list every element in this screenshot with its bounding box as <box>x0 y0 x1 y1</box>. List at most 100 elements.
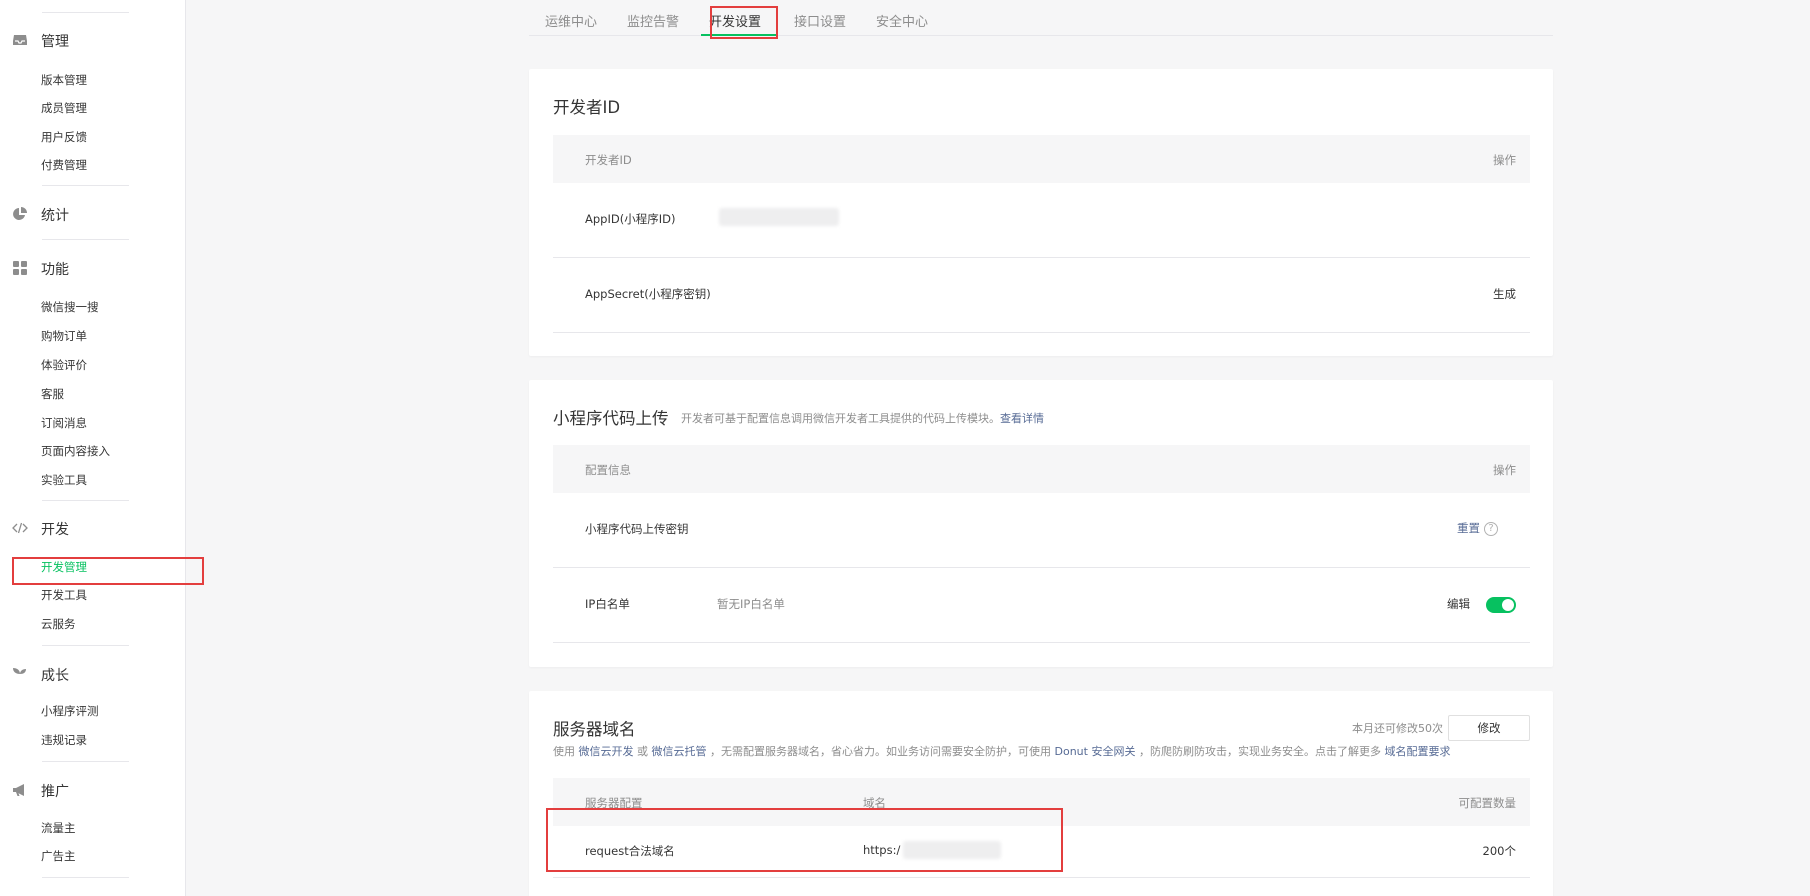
sidebar-item-cloud[interactable]: 云服务 <box>41 616 76 632</box>
megaphone-icon <box>13 784 24 796</box>
sidebar-item-dev-management[interactable]: 开发管理 <box>41 559 87 575</box>
ip-whitelist-toggle[interactable] <box>1486 597 1516 613</box>
sidebar-item-version[interactable]: 版本管理 <box>41 72 87 88</box>
card-title: 小程序代码上传 <box>553 409 669 428</box>
sidebar-item-service[interactable]: 客服 <box>41 386 64 402</box>
modify-button[interactable]: 修改 <box>1448 715 1530 741</box>
sidebar-item-experiments[interactable]: 实验工具 <box>41 472 87 488</box>
sidebar-group-title: 开发 <box>41 522 69 538</box>
sidebar-divider <box>42 239 129 240</box>
view-details-link[interactable]: 查看详情 <box>1000 412 1044 425</box>
card-description: 使用 微信云开发 或 微信云托管 ，无需配置服务器域名，省心省力。如业务访问需要… <box>553 743 1450 759</box>
table-row: request合法域名 https:/ 200个 <box>553 826 1530 878</box>
ip-whitelist-value: 暂无IP白名单 <box>717 597 785 611</box>
sidebar-divider <box>42 761 129 762</box>
table-row: AppID(小程序ID) <box>553 183 1530 258</box>
sidebar-divider <box>42 500 129 501</box>
code-icon <box>12 522 28 534</box>
reset-link[interactable]: 重置 <box>1457 521 1480 535</box>
column-header: 开发者ID <box>585 153 632 167</box>
description-text: 使用 <box>553 745 575 758</box>
sidebar-group-manage[interactable]: 管理 <box>0 28 186 52</box>
main-content: 运维中心 监控告警 开发设置 接口设置 安全中心 开发者ID 开发者ID 操作 … <box>186 0 1810 896</box>
tab-monitor[interactable]: 监控告警 <box>627 11 679 30</box>
sidebar-divider <box>42 12 129 13</box>
sidebar-item-orders[interactable]: 购物订单 <box>41 328 87 344</box>
tab-dev-settings[interactable]: 开发设置 <box>709 11 761 30</box>
column-header: 服务器配置 <box>585 796 643 810</box>
server-config-label: request合法域名 <box>585 844 675 858</box>
table-row: AppSecret(小程序密钥) 生成 <box>553 258 1530 333</box>
inbox-icon <box>13 35 27 45</box>
sidebar-group-growth[interactable]: 成长 <box>0 662 186 686</box>
table-header: 开发者ID 操作 <box>553 135 1530 183</box>
row-label: AppID(小程序ID) <box>585 212 676 226</box>
table-row: IP白名单 暂无IP白名单 编辑 <box>553 568 1530 643</box>
server-domain-card: 服务器域名 本月还可修改50次 修改 使用 微信云开发 或 微信云托管 ，无需配… <box>529 691 1553 896</box>
sidebar-item-feedback[interactable]: 用户反馈 <box>41 129 87 145</box>
table-row: 小程序代码上传密钥 重置? <box>553 493 1530 568</box>
wechat-cloud-dev-link[interactable]: 微信云开发 <box>579 745 634 758</box>
sidebar-item-content[interactable]: 页面内容接入 <box>41 443 110 459</box>
card-title: 开发者ID <box>553 98 621 117</box>
card-description: 开发者可基于配置信息调用微信开发者工具提供的代码上传模块。查看详情 <box>681 410 1044 426</box>
sidebar-item-payment[interactable]: 付费管理 <box>41 157 87 173</box>
sidebar-group-dev[interactable]: 开发 <box>0 516 186 540</box>
table-header: 配置信息 操作 <box>553 445 1530 493</box>
help-icon[interactable]: ? <box>1484 521 1498 536</box>
tab-security[interactable]: 安全中心 <box>876 11 928 30</box>
sidebar-item-advertiser[interactable]: 广告主 <box>41 848 76 864</box>
sidebar-item-reviews[interactable]: 体验评价 <box>41 357 87 373</box>
sidebar-divider <box>42 645 129 646</box>
table-header: 服务器配置 域名 可配置数量 <box>553 778 1530 826</box>
row-label: 小程序代码上传密钥 <box>585 522 689 536</box>
sidebar-group-features[interactable]: 功能 <box>0 256 186 280</box>
description-text: ，防爬防刷防攻击，实现业务安全。点击了解更多 <box>1138 745 1381 758</box>
column-header: 操作 <box>1493 463 1516 477</box>
description-text: 开发者可基于配置信息调用微信开发者工具提供的代码上传模块。 <box>681 412 1000 425</box>
code-upload-card: 小程序代码上传 开发者可基于配置信息调用微信开发者工具提供的代码上传模块。查看详… <box>529 380 1553 667</box>
domain-requirements-link[interactable]: 域名配置要求 <box>1384 745 1450 758</box>
tab-api-settings[interactable]: 接口设置 <box>794 11 846 30</box>
sidebar-group-title: 功能 <box>41 262 69 278</box>
sidebar-item-evaluation[interactable]: 小程序评测 <box>41 703 99 719</box>
sprout-icon <box>13 668 26 680</box>
redacted-value <box>719 208 839 226</box>
tab-active-indicator <box>701 34 777 36</box>
sidebar-divider <box>42 185 129 186</box>
sidebar-group-promotion[interactable]: 推广 <box>0 778 186 802</box>
sidebar-group-stats[interactable]: 统计 <box>0 202 186 226</box>
sidebar-item-dev-tools[interactable]: 开发工具 <box>41 587 87 603</box>
pie-chart-icon <box>13 207 27 220</box>
redacted-domain <box>903 841 1001 859</box>
sidebar-item-search[interactable]: 微信搜一搜 <box>41 299 99 315</box>
column-header: 可配置数量 <box>1458 796 1517 810</box>
edit-link[interactable]: 编辑 <box>1447 596 1470 612</box>
donut-gateway-link[interactable]: Donut 安全网关 <box>1055 745 1136 758</box>
tab-ops[interactable]: 运维中心 <box>545 11 597 30</box>
column-header: 域名 <box>863 796 886 810</box>
sidebar-item-violations[interactable]: 违规记录 <box>41 732 87 748</box>
card-title: 服务器域名 <box>553 720 636 739</box>
column-header: 操作 <box>1493 153 1516 167</box>
sidebar-group-title: 推广 <box>41 784 69 800</box>
sidebar-group-title: 管理 <box>41 34 69 50</box>
description-text: 或 <box>637 745 648 758</box>
description-text: ，无需配置服务器域名，省心省力。如业务访问需要安全防护，可使用 <box>710 745 1051 758</box>
sidebar-item-traffic[interactable]: 流量主 <box>41 820 76 836</box>
sidebar-divider <box>42 877 129 878</box>
row-label: IP白名单 <box>585 597 630 611</box>
toggle-knob <box>1502 599 1514 611</box>
sidebar-item-subscriptions[interactable]: 订阅消息 <box>41 415 87 431</box>
modify-quota-text: 本月还可修改50次 <box>1352 722 1443 735</box>
row-label: AppSecret(小程序密钥) <box>585 287 711 301</box>
sidebar-item-members[interactable]: 成员管理 <box>41 100 87 116</box>
column-header: 配置信息 <box>585 463 631 477</box>
generate-link[interactable]: 生成 <box>1493 286 1516 302</box>
sidebar: 管理 版本管理 成员管理 用户反馈 付费管理 统计 功能 微信搜一搜 购物订单 … <box>0 0 186 896</box>
sidebar-group-title: 统计 <box>41 208 69 224</box>
wechat-cloud-hosting-link[interactable]: 微信云托管 <box>652 745 707 758</box>
sidebar-group-title: 成长 <box>41 668 69 684</box>
tab-bar: 运维中心 监控告警 开发设置 接口设置 安全中心 <box>529 0 1553 36</box>
grid-icon <box>13 261 27 275</box>
